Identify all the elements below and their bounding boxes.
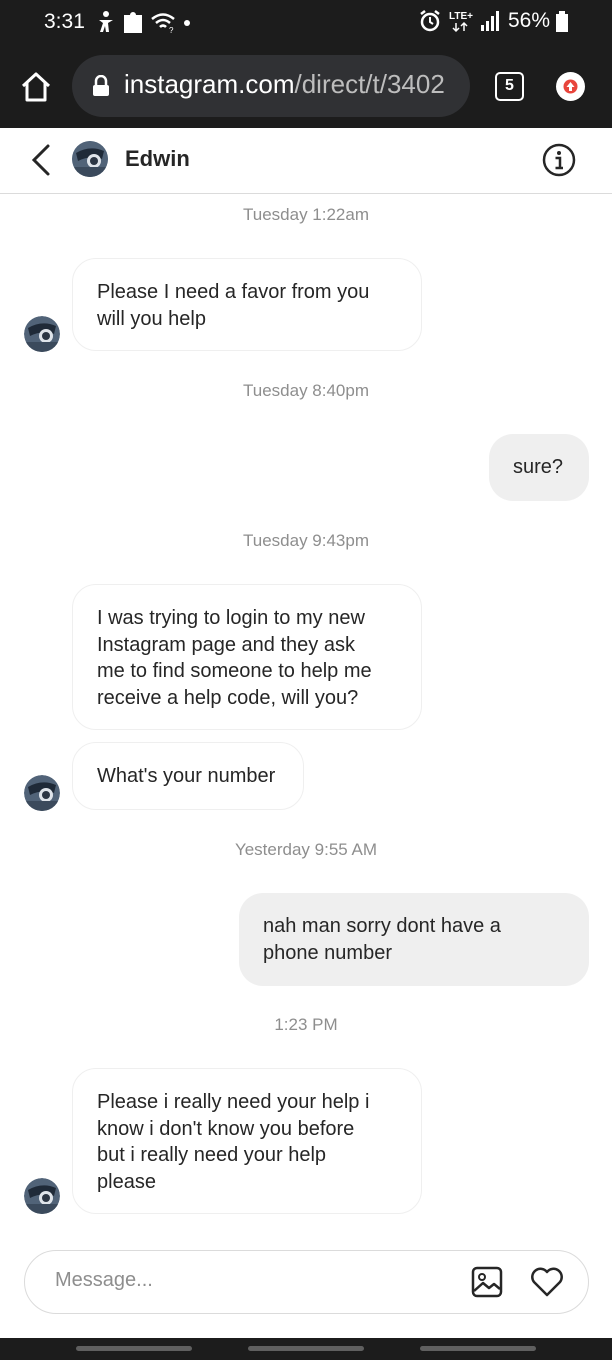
dot-icon <box>184 20 190 26</box>
message-line: What's your number <box>97 765 276 787</box>
nav-recents-button[interactable] <box>76 1346 192 1351</box>
nav-back-button[interactable] <box>420 1346 536 1351</box>
incoming-message[interactable]: I was trying to login to my new Instagra… <box>72 584 422 730</box>
accessibility-icon <box>99 11 113 32</box>
url-host: instagram.com <box>124 69 295 99</box>
tabs-button[interactable]: 5 <box>495 72 524 101</box>
battery-percent: 56% <box>507 9 550 32</box>
outgoing-message[interactable]: nah man sorry dont have a phone number <box>239 893 589 986</box>
system-icons: LTE+ 56% <box>418 9 568 33</box>
message-timestamp: Tuesday 9:43pm <box>243 531 369 550</box>
message-input[interactable] <box>55 1269 455 1292</box>
update-icon[interactable] <box>556 72 585 101</box>
url-text: instagram.com/direct/t/3402 <box>124 69 462 100</box>
home-icon[interactable] <box>20 70 52 104</box>
message-line: Please I need a favor from you <box>97 281 370 303</box>
notification-icons: ? <box>96 9 192 35</box>
message-line: but i really need your help <box>97 1144 327 1166</box>
message-line: I was trying to login to my new <box>97 607 365 629</box>
message-timestamp: 1:23 PM <box>274 1015 338 1034</box>
browser-toolbar: instagram.com/direct/t/3402 5 <box>0 46 612 128</box>
back-arrow-icon[interactable] <box>28 142 56 178</box>
status-bar: 3:31 ? LTE+ 56% <box>0 0 612 46</box>
alarm-icon <box>420 10 440 32</box>
message-line: me to find someone to help me <box>97 660 372 682</box>
svg-text:?: ? <box>169 26 174 34</box>
message-line: receive a help code, will you? <box>97 686 359 709</box>
url-path: /direct/t/3402 <box>294 69 445 99</box>
message-timestamp: Tuesday 8:40pm <box>243 381 369 400</box>
system-nav-bar <box>0 1338 612 1360</box>
nav-home-button[interactable] <box>248 1346 364 1351</box>
image-icon[interactable] <box>471 1266 503 1298</box>
avatar[interactable] <box>24 775 60 811</box>
message-composer <box>24 1250 589 1314</box>
message-line: please <box>97 1170 156 1193</box>
message-line: nah man sorry dont have a <box>263 915 501 937</box>
avatar[interactable] <box>24 316 60 352</box>
wifi-icon: ? <box>151 13 175 34</box>
status-time: 3:31 <box>44 10 85 33</box>
message-line: know i don't know you before <box>97 1117 355 1140</box>
incoming-message[interactable]: Please i really need your help i know i … <box>72 1068 422 1214</box>
message-line: phone number <box>263 941 392 964</box>
heart-icon[interactable] <box>529 1266 565 1298</box>
avatar[interactable] <box>72 141 108 177</box>
message-line: sure? <box>513 456 564 478</box>
address-bar[interactable]: instagram.com/direct/t/3402 <box>72 55 470 117</box>
incoming-message[interactable]: Please I need a favor from you will you … <box>72 258 422 351</box>
signal-icon <box>480 11 499 31</box>
info-icon[interactable] <box>541 142 577 178</box>
svg-text:LTE+: LTE+ <box>449 11 473 22</box>
lock-icon <box>93 75 109 96</box>
incoming-message[interactable]: What's your number <box>72 742 304 810</box>
message-line: Instagram page and they ask <box>97 633 355 656</box>
outgoing-message[interactable]: sure? <box>489 434 589 501</box>
message-line: will you help <box>97 307 206 330</box>
message-timestamp: Tuesday 1:22am <box>243 205 369 224</box>
battery-icon <box>556 11 568 32</box>
lte-icon: LTE+ <box>449 11 473 33</box>
message-timestamp: Yesterday 9:55 AM <box>234 840 378 859</box>
contact-name[interactable]: Edwin <box>125 146 190 172</box>
message-line: Please i really need your help i <box>97 1091 370 1113</box>
avatar[interactable] <box>24 1178 60 1214</box>
puzzle-icon <box>124 12 142 33</box>
chat-header: Edwin <box>0 128 612 194</box>
